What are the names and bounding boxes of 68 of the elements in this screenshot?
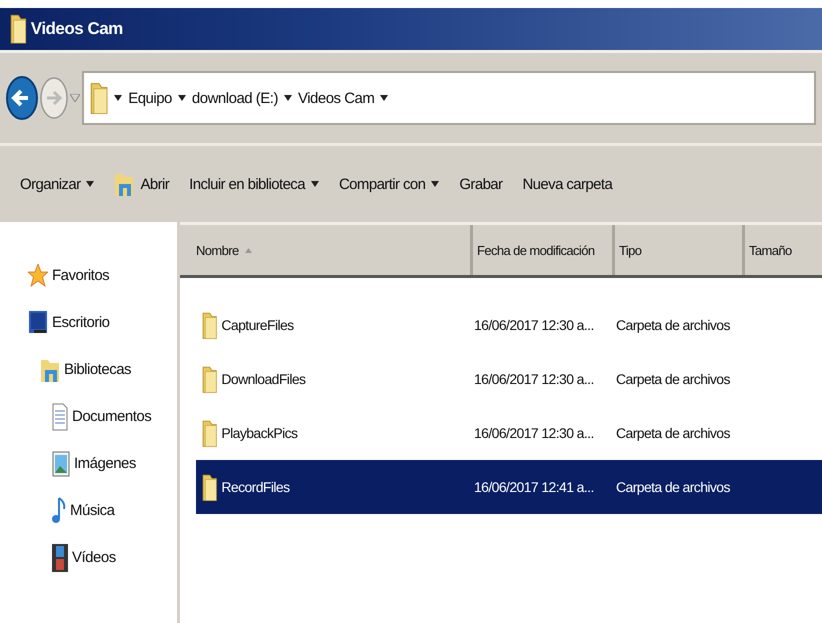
toolbar-button[interactable]: Incluir en biblioteca: [187, 174, 321, 194]
music-note-icon: [52, 496, 66, 526]
breadcrumb-segment[interactable]: download (E:): [192, 90, 278, 106]
nav-item[interactable]: Música: [28, 487, 177, 534]
column-header[interactable]: Tipo: [612, 225, 742, 275]
column-header[interactable]: Tamaño: [742, 225, 822, 275]
nav-label: Bibliotecas: [64, 361, 132, 378]
folder-icon: [202, 418, 218, 448]
caret-icon: [284, 95, 292, 101]
date-cell-text: 16/06/2017 12:41 a...: [473, 479, 595, 495]
file-name: DownloadFiles: [221, 371, 306, 387]
nav-label: Imágenes: [74, 455, 136, 472]
type-cell-text: Carpeta de archivos: [615, 425, 731, 441]
nav-label: Favoritos: [52, 267, 110, 284]
column-header[interactable]: Fecha de modificación: [470, 225, 612, 275]
type-cell-text: Carpeta de archivos: [615, 317, 731, 333]
file-row[interactable]: DownloadFiles 16/06/2017 12:30 a... Carpeta de archivos: [196, 352, 822, 406]
caret-icon: [431, 181, 440, 187]
file-name: RecordFiles: [221, 479, 290, 495]
toolbar-button[interactable]: Abrir: [112, 169, 172, 199]
nav-label: Vídeos: [72, 549, 116, 566]
toolbar-button[interactable]: Compartir con: [336, 174, 442, 194]
nav-item[interactable]: Favoritos: [28, 252, 177, 299]
nav-item[interactable]: Documentos: [28, 393, 177, 440]
back-button-icon[interactable]: [6, 75, 38, 121]
caret-icon: [86, 181, 94, 187]
nav-label: Documentos: [72, 408, 152, 425]
nav-item[interactable]: Bibliotecas: [28, 346, 177, 393]
file-row[interactable]: RecordFiles 16/06/2017 12:41 a... Carpeta de archivos: [196, 460, 822, 514]
file-row[interactable]: PlaybackPics 16/06/2017 12:30 a... Carpeta de archivos: [196, 406, 822, 460]
date-cell-text: 16/06/2017 12:30 a...: [473, 371, 595, 387]
file-row[interactable]: CaptureFiles 16/06/2017 12:30 a... Carpeta de archivos: [196, 298, 822, 352]
folder-icon: [202, 310, 218, 340]
date-cell-text: 16/06/2017 12:30 a...: [473, 425, 595, 441]
window-title: Videos Cam: [30, 19, 123, 39]
document-icon: [52, 402, 68, 430]
folder-icon: [202, 364, 218, 394]
type-cell-text: Carpeta de archivos: [615, 479, 731, 495]
film-icon: [52, 544, 68, 572]
folder-icon: [90, 81, 108, 115]
star-icon: [28, 264, 48, 288]
image-icon: [52, 450, 70, 476]
nav-label: Escritorio: [52, 314, 110, 331]
folder-icon: [202, 472, 218, 502]
nav-item[interactable]: Vídeos: [28, 534, 177, 581]
caret-icon: [178, 95, 186, 101]
sort-arrow-icon: [244, 248, 252, 252]
type-cell-text: Carpeta de archivos: [615, 371, 731, 387]
file-name: PlaybackPics: [221, 425, 298, 441]
toolbar-button[interactable]: Grabar: [457, 174, 504, 194]
toolbar-button[interactable]: Nueva carpeta: [520, 174, 614, 194]
library-icon: [114, 171, 134, 197]
file-name: CaptureFiles: [221, 317, 294, 333]
breadcrumb-segment[interactable]: Videos Cam: [298, 90, 374, 106]
column-header[interactable]: Nombre: [180, 225, 470, 275]
nav-item[interactable]: Escritorio: [28, 299, 177, 346]
toolbar-button[interactable]: Organizar: [18, 174, 96, 194]
caret-icon: [310, 181, 319, 187]
nav-item[interactable]: Imágenes: [28, 440, 177, 487]
address-field[interactable]: Equipo download (E:) Videos Cam: [82, 71, 816, 125]
date-cell-text: 16/06/2017 12:30 a...: [473, 317, 595, 333]
folder-icon: [10, 13, 27, 45]
caret-icon: [114, 95, 122, 101]
monitor-icon: [28, 310, 48, 336]
history-dropdown-icon[interactable]: [70, 94, 80, 102]
breadcrumb-segment[interactable]: Equipo: [128, 90, 172, 106]
caret-icon: [380, 95, 388, 101]
nav-label: Música: [70, 502, 115, 519]
